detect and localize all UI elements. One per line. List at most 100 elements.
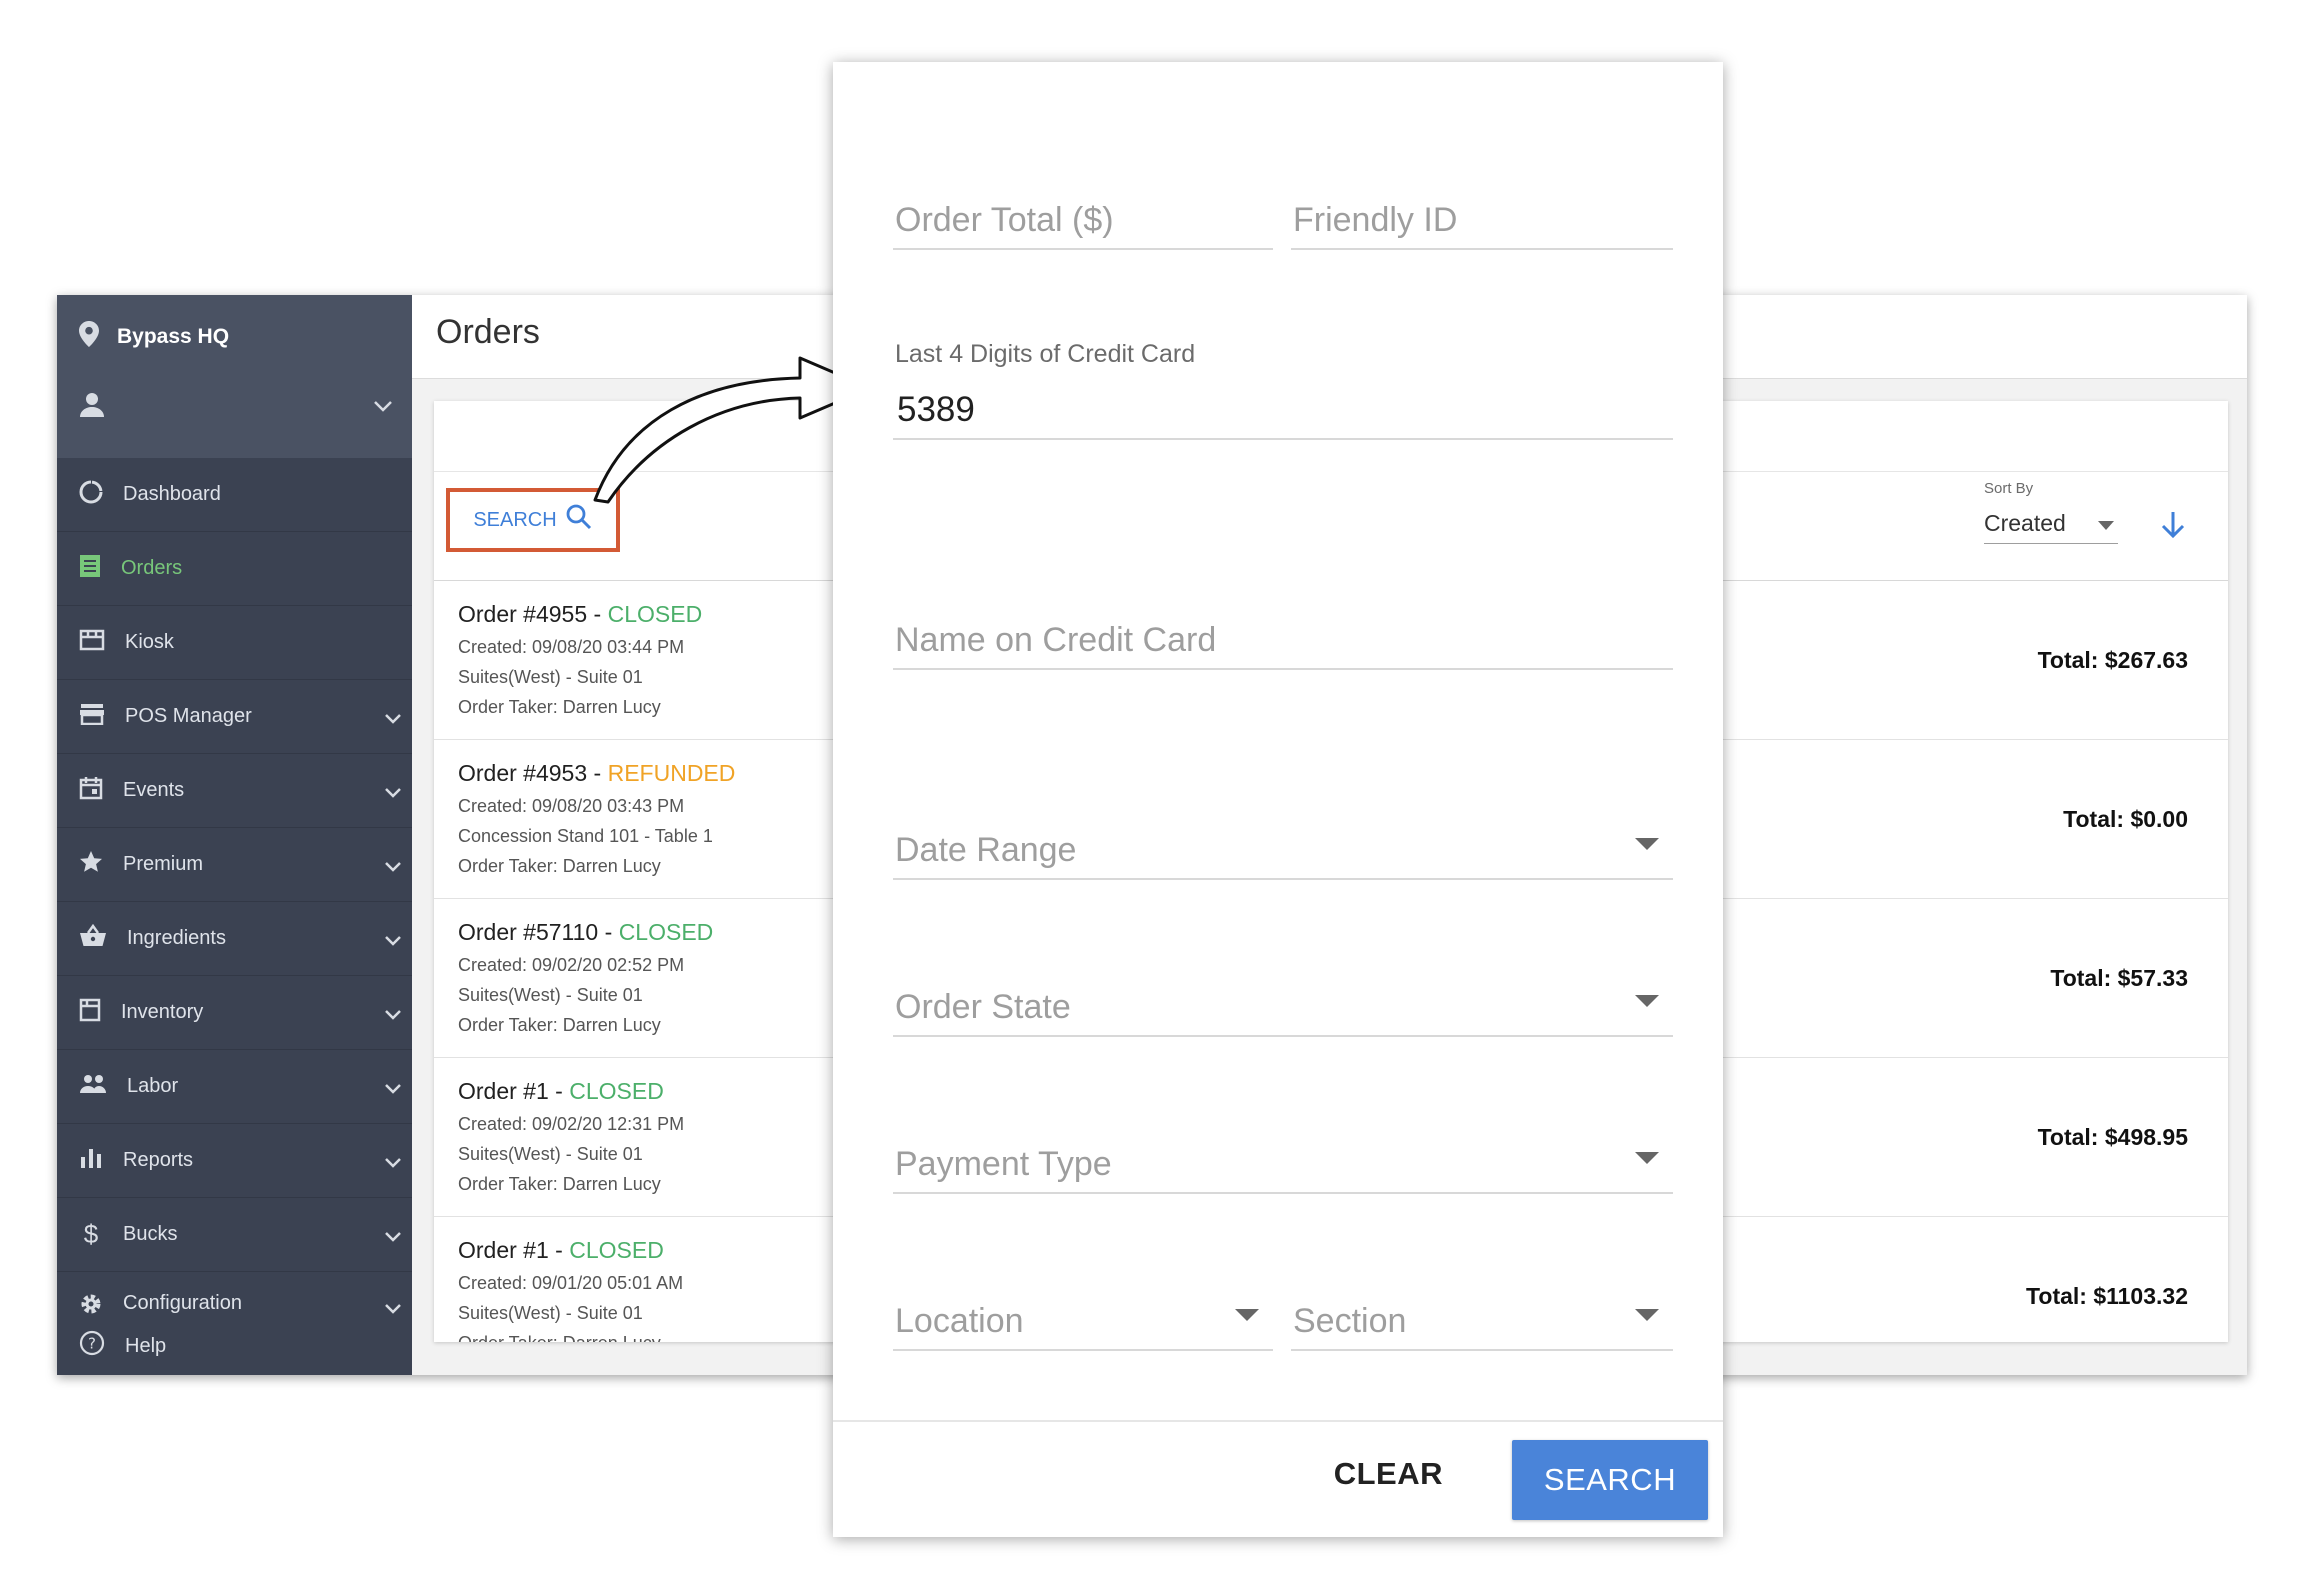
sidebar-item-configuration[interactable]: Configuration	[57, 1272, 412, 1316]
sidebar-item-premium[interactable]: Premium	[57, 828, 412, 902]
sidebar-item-ingredients[interactable]: Ingredients	[57, 902, 412, 976]
order-location: Suites(West) - Suite 01	[458, 985, 643, 1005]
friendly-id-input[interactable]: Friendly ID	[1291, 162, 1673, 250]
order-id: Order #4953	[458, 760, 588, 786]
chevron-down-icon	[384, 708, 402, 731]
order-taker: Order Taker: Darren Lucy	[458, 1015, 661, 1035]
date-range-placeholder: Date Range	[895, 831, 1077, 869]
order-total: Total: $1103.32	[2026, 1283, 2188, 1309]
sidebar-item-label: Reports	[123, 1149, 194, 1171]
user-icon	[79, 392, 105, 423]
gear-icon	[79, 1292, 103, 1316]
arrow-down-icon	[2160, 512, 2186, 544]
sidebar-item-label: Ingredients	[127, 927, 226, 949]
section-select[interactable]: Section	[1291, 1263, 1673, 1351]
chevron-down-icon	[384, 1298, 402, 1316]
order-title: Order #1 - CLOSED	[458, 1078, 664, 1104]
svg-text:?: ?	[88, 1335, 96, 1353]
sidebar-item-labor[interactable]: Labor	[57, 1050, 412, 1124]
chevron-down-icon	[384, 1004, 402, 1027]
sort-direction-button[interactable]	[2160, 510, 2186, 545]
sidebar-item-label: Events	[123, 779, 185, 801]
sidebar-item-bucks[interactable]: $ Bucks	[57, 1198, 412, 1272]
sort-label: Sort By	[1984, 480, 2034, 497]
order-title: Order #4955 - CLOSED	[458, 601, 703, 627]
kiosk-icon	[79, 629, 105, 657]
sidebar-item-reports[interactable]: Reports	[57, 1124, 412, 1198]
bar-chart-icon	[79, 1147, 103, 1175]
order-created: Created: 09/08/20 03:44 PM	[458, 637, 685, 657]
order-details: Order #1 - CLOSED Created: 09/02/20 12:3…	[458, 1078, 684, 1195]
sidebar-item-label: Kiosk	[125, 631, 174, 653]
sidebar-item-label: Premium	[123, 853, 204, 875]
caret-down-icon	[1635, 995, 1659, 1013]
order-total: Total: $0.00	[2063, 806, 2188, 832]
sidebar-item-kiosk[interactable]: Kiosk	[57, 606, 412, 680]
order-title: Order #4953 - REFUNDED	[458, 760, 736, 786]
page-title: Orders	[436, 313, 540, 351]
order-taker: Order Taker: Darren Lucy	[458, 1333, 683, 1342]
chevron-down-icon	[384, 782, 402, 805]
search-submit-button[interactable]: SEARCH	[1512, 1440, 1708, 1520]
chevron-down-icon	[384, 930, 402, 953]
order-taker: Order Taker: Darren Lucy	[458, 856, 661, 876]
order-details: Order #4953 - REFUNDED Created: 09/08/20…	[458, 760, 735, 877]
last4-card-label: Last 4 Digits of Credit Card	[895, 340, 1196, 368]
chevron-down-icon	[373, 399, 393, 417]
chevron-down-icon	[384, 1226, 402, 1249]
order-created: Created: 09/02/20 02:52 PM	[458, 955, 685, 975]
order-id: Order #1	[458, 1237, 549, 1263]
last4-card-input[interactable]: Last 4 Digits of Credit Card 5389	[893, 340, 1673, 440]
sort-control: Sort By Created	[1984, 480, 2118, 544]
order-details: Order #57110 - CLOSED Created: 09/02/20 …	[458, 919, 713, 1036]
dollar-icon: $	[83, 1219, 99, 1249]
sidebar-item-dashboard[interactable]: Dashboard	[57, 458, 412, 532]
order-location: Suites(West) - Suite 01	[458, 1303, 643, 1323]
sidebar-item-inventory[interactable]: Inventory	[57, 976, 412, 1050]
order-status: CLOSED	[618, 919, 714, 945]
chevron-down-icon	[384, 856, 402, 879]
caret-down-icon	[1235, 1309, 1259, 1327]
people-icon	[79, 1074, 107, 1100]
venue-name: Bypass HQ	[117, 325, 230, 348]
caret-down-icon	[2098, 510, 2114, 537]
sidebar-item-label: Configuration	[123, 1292, 242, 1314]
help-icon: ?	[79, 1330, 105, 1362]
sidebar-item-label: Dashboard	[123, 483, 221, 505]
order-id: Order #57110	[458, 919, 599, 945]
location-select[interactable]: Location	[893, 1263, 1273, 1351]
search-button-label: SEARCH	[473, 508, 557, 531]
order-total-input[interactable]: Order Total ($)	[893, 162, 1273, 250]
dashboard-icon	[79, 480, 103, 510]
order-location: Concession Stand 101 - Table 1	[458, 826, 713, 846]
sidebar-item-events[interactable]: Events	[57, 754, 412, 828]
caret-down-icon	[1635, 1309, 1659, 1327]
friendly-id-placeholder: Friendly ID	[1293, 201, 1458, 239]
dialog-footer: CLEAR SEARCH	[833, 1420, 1723, 1537]
order-taker: Order Taker: Darren Lucy	[458, 697, 661, 717]
payment-type-placeholder: Payment Type	[895, 1145, 1112, 1183]
sidebar-item-label: Bucks	[123, 1223, 178, 1245]
user-menu[interactable]	[79, 392, 399, 423]
date-range-select[interactable]: Date Range	[893, 792, 1673, 880]
order-status: CLOSED	[569, 1078, 664, 1104]
order-location: Suites(West) - Suite 01	[458, 667, 643, 687]
sidebar-item-label: Orders	[121, 557, 183, 579]
sidebar: Bypass HQ Dashboard Orders Kiosk POS Man…	[57, 295, 412, 1375]
sidebar-item-pos-manager[interactable]: POS Manager	[57, 680, 412, 754]
sidebar-item-help[interactable]: ? Help	[79, 1330, 166, 1362]
clear-button[interactable]: CLEAR	[1334, 1456, 1443, 1492]
sort-by-select[interactable]: Created	[1984, 503, 2118, 544]
sidebar-header: Bypass HQ	[57, 295, 412, 458]
order-status: CLOSED	[569, 1237, 664, 1263]
order-total: Total: $267.63	[2037, 647, 2188, 673]
caret-down-icon	[1635, 838, 1659, 856]
order-taker: Order Taker: Darren Lucy	[458, 1174, 661, 1194]
order-state-select[interactable]: Order State	[893, 949, 1673, 1037]
name-on-card-input[interactable]: Name on Credit Card	[893, 582, 1673, 670]
sidebar-item-label: Labor	[127, 1075, 179, 1097]
payment-type-select[interactable]: Payment Type	[893, 1106, 1673, 1194]
venue-selector[interactable]: Bypass HQ	[79, 321, 229, 353]
sidebar-item-orders[interactable]: Orders	[57, 532, 412, 606]
caret-down-icon	[1635, 1152, 1659, 1170]
